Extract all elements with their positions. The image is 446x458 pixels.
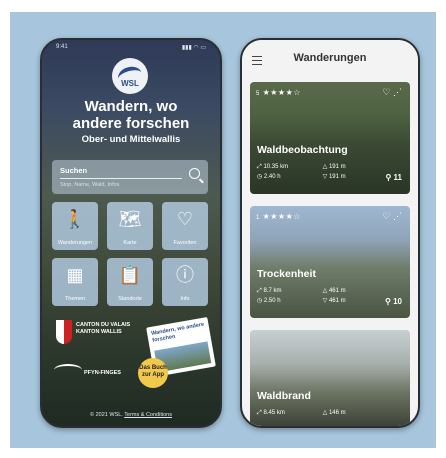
ascent-value: 461 m bbox=[328, 288, 346, 294]
hike-name: Waldbrand bbox=[257, 390, 311, 402]
rating: 5 ★★★★☆ bbox=[256, 88, 301, 97]
hike-name: Waldbeobachtung bbox=[257, 144, 348, 156]
share-icon[interactable]: ⋰ bbox=[393, 87, 402, 97]
tile-label: Themen bbox=[64, 296, 86, 302]
ascent-value: 191 m bbox=[328, 164, 346, 170]
hike-stats: ⤢ 8.7 km △ 461 m ◷ 2.50 h ▽ 461 m bbox=[257, 288, 346, 304]
app-subtitle: Ober- und Mittelwallis bbox=[81, 134, 181, 145]
title-line-1: Wandern, wo bbox=[84, 98, 178, 115]
book-title: Wandern, wo andere forschen bbox=[150, 321, 205, 344]
info-icon: ⓘ bbox=[176, 265, 194, 285]
poi-count-value: 10 bbox=[393, 297, 402, 306]
status-bar: 9:41 ▮▮▮ ◠ ▭ bbox=[56, 44, 206, 51]
tile-info[interactable]: ⓘ Info bbox=[162, 258, 208, 306]
search-icon[interactable] bbox=[189, 168, 200, 179]
wing-icon bbox=[54, 364, 82, 376]
descent-value: 461 m bbox=[328, 298, 346, 304]
distance-value: 8.45 km bbox=[263, 410, 285, 416]
descent-value: 191 m bbox=[328, 174, 346, 180]
grid-icon: ▦ bbox=[66, 265, 84, 285]
logo-text: WSL bbox=[121, 79, 139, 88]
footer: © 2021 WSL. Terms & Conditions bbox=[42, 412, 220, 418]
page-title: Wanderungen bbox=[293, 52, 367, 64]
poi-count-value: 11 bbox=[393, 173, 402, 182]
search-underline bbox=[60, 178, 182, 179]
search-placeholder: Stop, Name, Wald, Infos bbox=[60, 182, 120, 188]
pfyn-text: PFYN-FINGES bbox=[84, 370, 121, 376]
hike-stats: ⤢ 10.35 km △ 191 m ◷ 2.40 h ▽ 191 m bbox=[257, 164, 346, 180]
heart-icon[interactable]: ♡ bbox=[382, 211, 390, 221]
rating: 1 ★★★★☆ bbox=[256, 212, 301, 221]
star-icons: ★★★★☆ bbox=[262, 88, 301, 97]
map-icon: 🗺 bbox=[118, 209, 142, 229]
heart-icon[interactable]: ♡ bbox=[382, 87, 390, 97]
top-bar: Wanderungen bbox=[242, 40, 418, 76]
canton-shield-icon bbox=[56, 320, 72, 344]
clipboard-icon: 📋 bbox=[118, 265, 142, 285]
book-badge[interactable]: Das Buch zur App bbox=[138, 358, 168, 388]
home-screen-phone: 9:41 ▮▮▮ ◠ ▭ WSL Wandern, wo andere fors… bbox=[40, 38, 222, 428]
tile-standorte[interactable]: 📋 Standorte bbox=[107, 258, 153, 306]
ascent-value: 146 m bbox=[328, 410, 346, 416]
tile-label: Wanderungen bbox=[57, 240, 93, 246]
hiker-icon: 🚶 bbox=[63, 209, 87, 229]
hike-card[interactable]: 5 ★★★★☆ ♡ ⋰ Waldbeobachtung ⤢ 10.35 km △… bbox=[250, 82, 410, 194]
terms-link[interactable]: Terms & Conditions bbox=[124, 412, 172, 418]
search-label: Suchen bbox=[60, 166, 88, 175]
duration-value: 2.50 h bbox=[263, 298, 281, 304]
duration-value: 2.40 h bbox=[263, 174, 281, 180]
status-icons: ▮▮▮ ◠ ▭ bbox=[181, 45, 206, 51]
tile-label: Karte bbox=[123, 240, 137, 246]
card-actions: ♡ ⋰ bbox=[382, 211, 402, 222]
tile-themen[interactable]: ▦ Themen bbox=[52, 258, 98, 306]
app-title: Wandern, wo andere forschen bbox=[42, 98, 220, 132]
card-actions: ♡ ⋰ bbox=[382, 87, 402, 98]
star-icons: ★★★★☆ bbox=[262, 212, 301, 221]
tile-label: Info bbox=[180, 296, 190, 302]
search-field[interactable]: Suchen Stop, Name, Wald, Infos bbox=[52, 160, 208, 194]
hike-name: Trockenheit bbox=[257, 268, 316, 280]
poi-count: ⚲ 11 bbox=[385, 173, 402, 182]
wsl-logo: WSL bbox=[112, 58, 148, 94]
poi-count: ⚲ 10 bbox=[385, 297, 402, 306]
heart-icon: ♡ bbox=[176, 209, 194, 229]
share-icon[interactable]: ⋰ bbox=[393, 211, 402, 221]
hike-card[interactable]: Waldbrand ⤢ 8.45 km △ 146 m bbox=[250, 330, 410, 426]
rating-number: 1 bbox=[256, 215, 260, 221]
distance-value: 8.7 km bbox=[263, 288, 282, 294]
tile-wanderungen[interactable]: 🚶 Wanderungen bbox=[52, 202, 98, 250]
footer-copyright: © 2021 WSL. bbox=[90, 412, 123, 418]
hike-stats: ⤢ 8.45 km △ 146 m bbox=[257, 410, 346, 416]
title-line-2: andere forschen bbox=[72, 115, 190, 132]
tile-favoriten[interactable]: ♡ Favoriten bbox=[162, 202, 208, 250]
tile-label: Standorte bbox=[118, 296, 142, 302]
canton-line-2: KANTON WALLIS bbox=[76, 329, 122, 335]
rating-number: 5 bbox=[256, 91, 260, 97]
canton-line-1: CANTON DU VALAIS bbox=[76, 322, 131, 328]
status-time: 9:41 bbox=[56, 44, 68, 50]
hike-card[interactable]: 1 ★★★★☆ ♡ ⋰ Trockenheit ⤢ 8.7 km △ 461 m… bbox=[250, 206, 410, 318]
tile-karte[interactable]: 🗺 Karte bbox=[107, 202, 153, 250]
hikes-list-phone: Wanderungen 5 ★★★★☆ ♡ ⋰ Waldbeobachtung … bbox=[240, 38, 420, 428]
distance-value: 10.35 km bbox=[263, 164, 289, 170]
tile-label: Favoriten bbox=[173, 240, 197, 246]
